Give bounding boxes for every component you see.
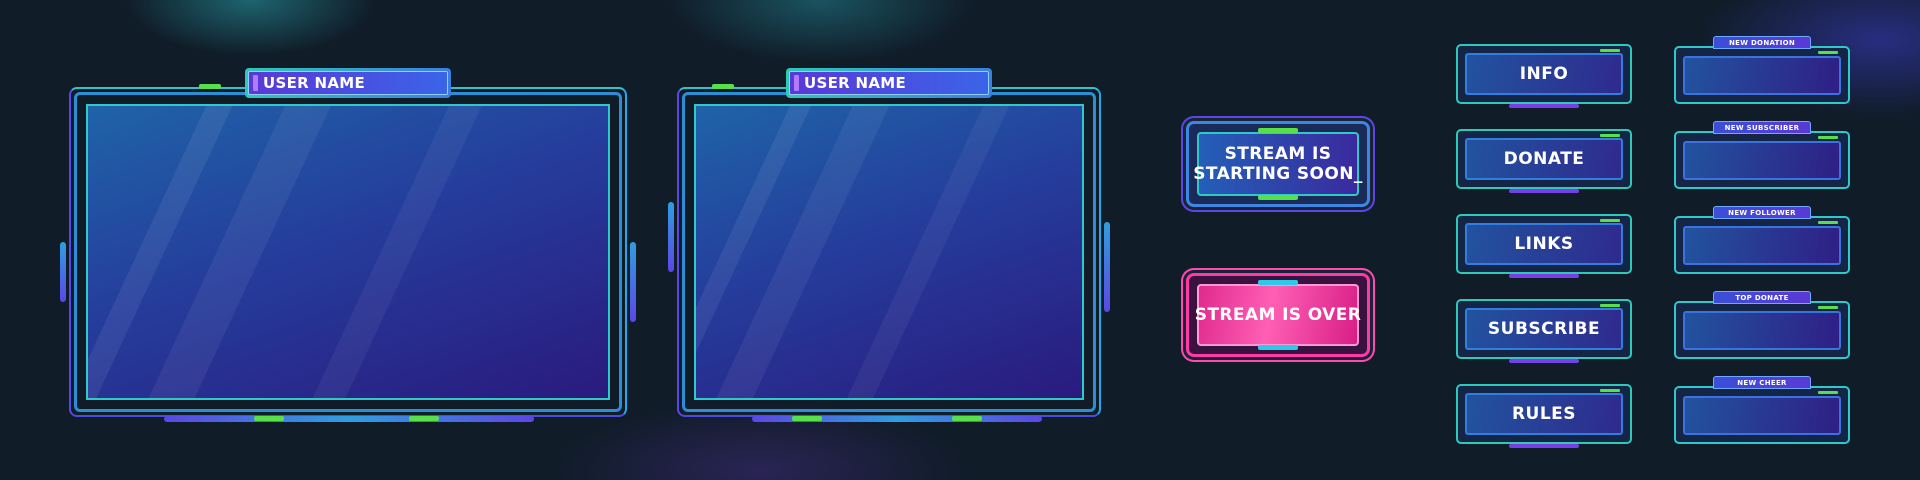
frame-green-tick xyxy=(952,416,982,421)
links-button[interactable]: LINKS xyxy=(1456,214,1632,278)
button-tick xyxy=(1600,304,1620,307)
username-text: USER NAME xyxy=(804,74,907,92)
alert-top-donate: TOP DONATE xyxy=(1674,291,1850,359)
frame-green-tick xyxy=(792,416,822,421)
alert-title: TOP DONATE xyxy=(1735,293,1789,302)
alert-tick xyxy=(1818,51,1838,54)
button-underline xyxy=(1509,104,1579,108)
alert-tick xyxy=(1818,221,1838,224)
alert-new-cheer: NEW CHEER xyxy=(1674,376,1850,444)
button-inner: LINKS xyxy=(1465,223,1623,265)
frame-side-strip-left xyxy=(668,202,674,272)
stream-starting-soon-panel: STREAM IS STARTING SOON_ xyxy=(1186,121,1370,207)
alert-inner xyxy=(1683,56,1841,95)
webcam-frame-2 xyxy=(668,84,1110,422)
alert-tick xyxy=(1818,391,1838,394)
frame-side-strip-right xyxy=(630,242,636,322)
button-underline xyxy=(1509,359,1579,363)
alert-title: NEW DONATION xyxy=(1728,38,1796,47)
donate-button[interactable]: DONATE xyxy=(1456,129,1632,193)
alert-new-subscriber: NEW SUBSCRIBER xyxy=(1674,121,1850,189)
alert-title: NEW FOLLOWER xyxy=(1728,208,1796,217)
alert-new-follower: NEW FOLLOWER xyxy=(1674,206,1850,274)
button-label: RULES xyxy=(1511,404,1577,424)
button-label: LINKS xyxy=(1514,234,1574,254)
alert-tick xyxy=(1818,136,1838,139)
starting-soon-line-2: STARTING SOON_ xyxy=(1193,164,1363,184)
alert-title: NEW CHEER xyxy=(1737,378,1787,387)
panel-accent-bottom xyxy=(1258,345,1298,350)
alert-tab: NEW FOLLOWER xyxy=(1713,206,1811,219)
subscribe-button[interactable]: SUBSCRIBE xyxy=(1456,299,1632,363)
button-tick xyxy=(1600,49,1620,52)
alert-inner xyxy=(1683,141,1841,180)
username-tab-1: USER NAME xyxy=(245,68,451,98)
button-underline xyxy=(1509,274,1579,278)
webcam-screen xyxy=(86,104,610,400)
button-inner: RULES xyxy=(1465,393,1623,435)
frame-side-strip-left xyxy=(60,242,66,302)
frame-green-tick xyxy=(199,84,221,89)
alert-title: NEW SUBSCRIBER xyxy=(1724,123,1800,132)
alert-tab: TOP DONATE xyxy=(1713,291,1811,304)
username-label-box: USER NAME xyxy=(248,71,448,95)
username-text: USER NAME xyxy=(263,74,366,92)
button-label: SUBSCRIBE xyxy=(1487,319,1601,339)
alert-tab: NEW CHEER xyxy=(1713,376,1811,389)
button-label: DONATE xyxy=(1503,149,1585,169)
frame-green-tick xyxy=(409,416,439,421)
username-tab-2: USER NAME xyxy=(786,68,992,98)
rules-button[interactable]: RULES xyxy=(1456,384,1632,448)
panel-accent-top xyxy=(1258,280,1298,285)
button-label: INFO xyxy=(1519,64,1569,84)
button-inner: DONATE xyxy=(1465,138,1623,180)
alert-inner xyxy=(1683,311,1841,350)
panel-accent-top xyxy=(1258,128,1298,133)
frame-bottom-bar xyxy=(164,416,534,422)
info-button[interactable]: INFO xyxy=(1456,44,1632,108)
alert-tab: NEW SUBSCRIBER xyxy=(1713,121,1811,134)
button-inner: INFO xyxy=(1465,53,1623,95)
panel-accent-bottom xyxy=(1258,195,1298,200)
webcam-frame-1 xyxy=(60,84,636,422)
starting-soon-text: STREAM IS STARTING SOON_ xyxy=(1193,144,1363,184)
stream-over-text: STREAM IS OVER xyxy=(1194,305,1362,325)
frame-green-tick xyxy=(712,84,734,89)
button-underline xyxy=(1509,444,1579,448)
frame-green-tick xyxy=(254,416,284,421)
starting-soon-line-1: STREAM IS xyxy=(1224,144,1332,164)
alert-inner xyxy=(1683,396,1841,435)
webcam-screen xyxy=(694,104,1084,400)
button-tick xyxy=(1600,134,1620,137)
button-tick xyxy=(1600,389,1620,392)
alert-tab: NEW DONATION xyxy=(1713,36,1811,49)
button-inner: SUBSCRIBE xyxy=(1465,308,1623,350)
username-label-box: USER NAME xyxy=(789,71,989,95)
button-underline xyxy=(1509,189,1579,193)
alert-tick xyxy=(1818,306,1838,309)
alert-new-donation: NEW DONATION xyxy=(1674,36,1850,104)
button-tick xyxy=(1600,219,1620,222)
frame-side-strip-right xyxy=(1104,222,1110,312)
alert-inner xyxy=(1683,226,1841,265)
stream-over-panel: STREAM IS OVER xyxy=(1186,273,1370,357)
